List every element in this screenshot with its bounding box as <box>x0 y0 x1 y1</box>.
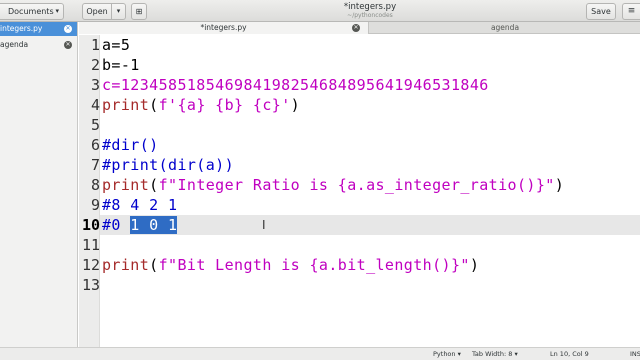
chevron-down-icon: ▾ <box>116 7 121 15</box>
sidebar-item-integers[interactable]: integers.py ✕ <box>0 22 77 36</box>
code-line[interactable]: #print(dir(a)) <box>102 155 234 175</box>
line-number: 4 <box>90 96 100 114</box>
selected-text: 1 0 1 <box>130 216 178 234</box>
chevron-down-icon: ▾ <box>457 350 461 358</box>
chevron-down-icon: ▾ <box>55 7 59 15</box>
new-tab-icon: ⊞ <box>135 7 143 16</box>
line-number: 7 <box>90 156 100 174</box>
insert-mode: INS <box>630 350 640 358</box>
sidebar-item-label: agenda <box>0 40 29 49</box>
tab-bar: *integers.py ✕ agenda <box>79 22 640 34</box>
language-selector[interactable]: Python ▾ <box>433 348 461 360</box>
code-token: f'{a} {b} {c}' <box>158 96 291 114</box>
header-bar: Documents ▾ Open ▾ ⊞ *integers.py ~/pyth… <box>0 0 640 22</box>
save-button[interactable]: Save <box>586 3 616 20</box>
code-token: f"Integer Ratio is {a.as_integer_ratio()… <box>158 176 555 194</box>
code-line[interactable]: #0 1 0 1 <box>102 215 178 235</box>
code-token: a=5 <box>102 36 131 54</box>
code-token: ) <box>469 256 480 274</box>
tab-integers[interactable]: *integers.py ✕ <box>79 22 369 34</box>
line-number: 5 <box>90 116 100 134</box>
code-token: #8 4 2 1 <box>102 196 178 214</box>
current-line-highlight <box>100 215 640 235</box>
open-dropdown-button[interactable]: ▾ <box>112 3 126 20</box>
language-label: Python <box>433 350 456 358</box>
text-cursor-icon: I <box>262 218 266 232</box>
tab-width-label: Tab Width: 8 <box>472 350 513 358</box>
documents-button[interactable]: Documents ▾ <box>0 3 64 20</box>
tab-width-selector[interactable]: Tab Width: 8 ▾ <box>472 348 518 360</box>
tab-label: agenda <box>490 23 520 32</box>
window-title: *integers.py <box>343 2 397 12</box>
documents-sidebar: integers.py ✕ agenda ✕ <box>0 22 78 360</box>
code-line[interactable]: c=12345851854698419825468489564194653184… <box>102 75 489 95</box>
new-tab-button[interactable]: ⊞ <box>131 3 147 20</box>
code-editor[interactable]: 1 2 3 4 5 6 7 8 9 10 11 12 13 a=5 b=-1 c=1234585185469… <box>79 35 640 347</box>
hamburger-menu-button[interactable]: ≡ <box>622 3 640 20</box>
code-token: print <box>102 176 150 194</box>
line-number: 13 <box>81 276 100 294</box>
chevron-down-icon: ▾ <box>514 350 518 358</box>
line-number: 3 <box>90 76 100 94</box>
code-token: #print(dir(a)) <box>102 156 235 174</box>
code-token: c=1234585185469841982546848956419465318 <box>102 76 470 94</box>
tab-agenda[interactable]: agenda <box>370 22 640 34</box>
code-token: 46 <box>469 76 489 94</box>
status-bar: Python ▾ Tab Width: 8 ▾ Ln 10, Col 9 INS <box>0 347 640 360</box>
code-line[interactable]: print(f'{a} {b} {c}') <box>102 95 300 115</box>
code-token: ( <box>149 176 159 194</box>
close-icon[interactable]: ✕ <box>352 24 360 32</box>
code-token: b=-1 <box>102 56 140 74</box>
code-token: #0 <box>102 216 131 234</box>
hamburger-menu-icon: ≡ <box>627 6 636 16</box>
open-button[interactable]: Open <box>82 3 112 20</box>
sidebar-item-agenda[interactable]: agenda ✕ <box>0 38 77 52</box>
line-number-gutter: 1 2 3 4 5 6 7 8 9 10 11 12 13 <box>79 35 100 347</box>
cursor-position: Ln 10, Col 9 <box>550 350 589 358</box>
line-number: 11 <box>81 236 100 254</box>
code-line[interactable]: #dir() <box>102 135 159 155</box>
code-token: ( <box>149 96 159 114</box>
close-icon[interactable]: ✕ <box>64 25 72 33</box>
window-subtitle: ~/pythoncodes <box>347 12 393 19</box>
code-line[interactable]: a=5 <box>102 35 130 55</box>
code-token: ( <box>149 256 159 274</box>
code-line[interactable]: #8 4 2 1 <box>102 195 177 215</box>
documents-label: Documents <box>8 7 54 16</box>
line-number: 9 <box>90 196 100 214</box>
code-token: print <box>102 256 150 274</box>
code-token: #dir() <box>102 136 159 154</box>
line-number: 8 <box>90 176 100 194</box>
line-number: 12 <box>81 256 100 274</box>
line-number: 6 <box>90 136 100 154</box>
code-token: ) <box>290 96 301 114</box>
sidebar-item-label: integers.py <box>0 24 43 33</box>
tab-label: *integers.py <box>200 23 247 32</box>
line-number: 10 <box>81 216 100 234</box>
code-token: ) <box>554 176 565 194</box>
code-token: f"Bit Length is {a.bit_length()}" <box>158 256 470 274</box>
line-number: 1 <box>90 36 100 54</box>
code-line[interactable]: print(f"Integer Ratio is {a.as_integer_r… <box>102 175 564 195</box>
code-token: print <box>102 96 150 114</box>
code-line[interactable]: print(f"Bit Length is {a.bit_length()}") <box>102 255 479 275</box>
code-line[interactable]: b=-1 <box>102 55 140 75</box>
line-number: 2 <box>90 56 100 74</box>
close-icon[interactable]: ✕ <box>64 41 72 49</box>
